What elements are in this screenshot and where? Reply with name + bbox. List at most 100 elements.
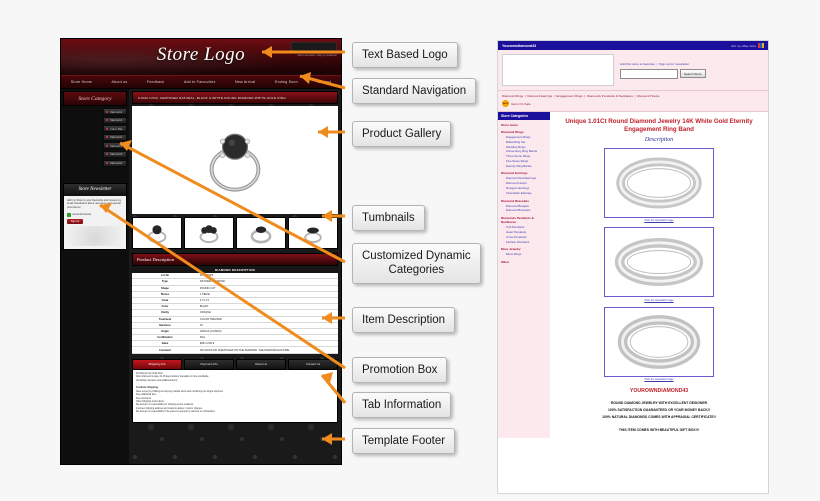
checkbox-icon[interactable] xyxy=(67,212,71,217)
standard-navigation[interactable]: Store Home About us Feedback Add to Favo… xyxy=(61,75,341,89)
product-main-image xyxy=(209,133,261,192)
image-caption-1[interactable]: Click for expanded image xyxy=(554,219,764,222)
top-link-diamond-earrings[interactable]: Diamond Earrings xyxy=(527,94,552,98)
store-home-link[interactable]: Store home xyxy=(501,123,547,127)
shipping-line: (Including insurance and additional item… xyxy=(136,379,178,382)
template-main-column: 0.94Ct F/SI3, CERTIFIED NATURAL, BLACK &… xyxy=(129,89,341,464)
list-item[interactable]: Fashion Pendants xyxy=(506,240,547,245)
ebay-main-area: Store Categories Store home Diamond Ring… xyxy=(498,112,768,438)
annotation-product-gallery: Product Gallery xyxy=(352,121,452,148)
group-list-diamond-rings[interactable]: Engagement Rings Bridal Ring Set Wedding… xyxy=(501,135,547,168)
group-title-other[interactable]: Other xyxy=(501,260,547,264)
top-link-pendants-necklaces[interactable]: Diamonds Pendants & Necklaces xyxy=(587,94,633,98)
nav-item-add-to-favourites[interactable]: Add to Favourites xyxy=(184,80,216,84)
chevron-right-icon: ▸ xyxy=(122,135,124,140)
category-item[interactable]: Diamond Wedding Rings▸ xyxy=(103,150,127,158)
product-gallery[interactable] xyxy=(132,106,338,214)
category-item[interactable]: Color Diamond▸ xyxy=(103,125,127,133)
info-tabs[interactable]: Shipping Info Payment Info About Us Cont… xyxy=(132,358,338,370)
group-title-more-jewelry[interactable]: More Jewelry xyxy=(501,247,547,251)
tab-about-us[interactable]: About Us xyxy=(236,358,286,370)
product-description-title: Product Description xyxy=(132,253,338,266)
category-item[interactable]: Diamond Watch▸ xyxy=(103,133,127,141)
spec-table-body: Lot No 4D-9C0025 Type NATURAL DIAMOND Shap… xyxy=(132,273,338,354)
store-search-input[interactable] xyxy=(620,69,678,79)
table-row: Comment NO NICKS OR SCRATCHES ON THE DIAM… xyxy=(132,346,338,354)
thumbnail-3[interactable] xyxy=(236,217,286,249)
annotation-template-footer: Template Footer xyxy=(352,428,456,455)
image-caption-2[interactable]: Click for expanded image xyxy=(554,299,764,302)
thumbnail-1[interactable] xyxy=(132,217,182,249)
thumbnail-4[interactable] xyxy=(288,217,338,249)
group-list-more-jewelry[interactable]: Mens Rings xyxy=(501,252,547,257)
group-list-diamond-earrings[interactable]: Diamond Stud Earrings Diamond Hoops Desi… xyxy=(501,176,547,195)
list-item[interactable]: Mens Rings xyxy=(506,252,547,257)
nav-item-about-us[interactable]: About us xyxy=(112,80,128,84)
signup-newsletter-link[interactable]: Sign up for newsletter xyxy=(659,62,689,66)
newsletter-signup-button[interactable]: Sign Up xyxy=(67,218,83,224)
category-label: Diamond Engagement Rings xyxy=(109,118,123,123)
store-links-row[interactable]: Add this store to favorites | Sign up fo… xyxy=(620,62,764,66)
group-title-diamond-rings[interactable]: Diamond Rings xyxy=(501,130,547,134)
top-link-engagement-rings[interactable]: Engagement Rings xyxy=(556,94,582,98)
ebay-store-banner: Add this store to favorites | Sign up fo… xyxy=(498,50,768,91)
ebay-listing-content: Unique 1.01Ct Round Diamond Jewelry 14K … xyxy=(550,112,768,438)
search-store-button[interactable]: Search Store xyxy=(680,69,706,78)
group-title-diamond-bracelets[interactable]: Diamond Bracelets xyxy=(501,199,547,203)
newsletter-checkbox-row[interactable]: General Interest xyxy=(67,212,123,217)
tab-contact-us[interactable]: Contact Us xyxy=(288,358,338,370)
nav-item-ending-soon[interactable]: Ending Soon xyxy=(275,80,298,84)
category-label: Color Diamond xyxy=(109,126,123,131)
chevron-right-icon: ▸ xyxy=(122,152,124,157)
store-banner-image xyxy=(502,54,614,86)
group-list-pendants-necklaces[interactable]: Crib Pendants Heart Pendants Cross Penda… xyxy=(501,225,547,244)
ebay-top-category-links[interactable]: Diamond Rings | Diamond Earrings | Engag… xyxy=(498,91,768,112)
thumbnail-2[interactable] xyxy=(184,217,234,249)
description-heading: Description xyxy=(644,136,674,143)
top-link-diamond-rings[interactable]: Diamond Rings xyxy=(502,94,523,98)
newsletter-title: Store Newsletter xyxy=(64,183,126,196)
group-title-pendants-necklaces[interactable]: Diamonds Pendants & Necklaces xyxy=(501,216,547,224)
tab-shipping-info[interactable]: Shipping Info xyxy=(132,358,182,370)
nav-item-contact[interactable]: Contact xyxy=(317,80,331,84)
ebay-logo-icon xyxy=(758,43,764,48)
store-logo: Store Logo xyxy=(156,44,246,65)
nav-item-store-home[interactable]: Store Home xyxy=(71,80,92,84)
chevron-right-icon: ▸ xyxy=(122,126,124,131)
bullet-icon xyxy=(106,136,108,139)
add-to-favorites-link[interactable]: Add this store to favorites xyxy=(620,62,655,66)
image-caption-3[interactable]: Click for expanded image xyxy=(554,378,764,381)
nav-item-feedback[interactable]: Feedback xyxy=(147,80,164,84)
listing-image-2[interactable] xyxy=(604,227,714,298)
listing-image-3[interactable] xyxy=(604,306,714,377)
annotation-customized-categories: Customized Dynamic Categories xyxy=(352,243,481,284)
category-list[interactable]: Diamond Cross▸ Diamond Engagement Rings▸… xyxy=(63,108,127,167)
search-row[interactable]: Search Store xyxy=(620,69,764,79)
category-label: Diamond Watch xyxy=(109,135,123,140)
category-item[interactable]: Diamond Engagement Rings▸ xyxy=(103,116,127,124)
visit-store-label: visit my eBay store xyxy=(730,43,756,48)
category-item[interactable]: Diamond Studs Earrings▸ xyxy=(103,142,127,150)
listing-image-1[interactable] xyxy=(604,147,714,218)
items-on-sale-label[interactable]: Items On Sale xyxy=(511,102,531,106)
selling-point-3: 100% NATURAL DIAMONDS COMES WITH APPRAIS… xyxy=(602,414,716,419)
list-item[interactable]: Chandelier Earrings xyxy=(506,191,547,196)
list-item[interactable]: Diamond Bracelets xyxy=(506,208,547,213)
annotation-item-description: Item Description xyxy=(352,307,456,334)
annotation-tab-information: Tab Information xyxy=(352,392,452,419)
visit-store-link[interactable]: visit my eBay store xyxy=(731,43,764,48)
group-list-diamond-bracelets[interactable]: Diamond Bangles Diamond Bracelets xyxy=(501,204,547,214)
items-on-sale-row[interactable]: SALE Items On Sale xyxy=(502,100,764,107)
category-item[interactable]: Diamond Wedding Sets▸ xyxy=(103,159,127,167)
tab-payment-info[interactable]: Payment Info xyxy=(184,358,234,370)
store-newsletter-box: Store Newsletter Add my Store to your Fa… xyxy=(63,182,127,250)
thumbnail-strip[interactable] xyxy=(132,217,338,249)
top-link-diamond-hoops[interactable]: Diamond Hoops xyxy=(637,94,659,98)
category-item[interactable]: Diamond Cross▸ xyxy=(103,108,127,115)
template-body: Store Category Diamond Cross▸ Diamond En… xyxy=(61,89,341,464)
annotation-thumbnails: Tumbnails xyxy=(352,205,425,232)
list-item[interactable]: Eternity Ring Bands xyxy=(506,164,547,169)
group-title-diamond-earrings[interactable]: Diamond Earrings xyxy=(501,171,547,175)
category-label: Diamond Wedding Sets xyxy=(109,161,123,166)
nav-item-new-arrival[interactable]: New Arrival xyxy=(235,80,255,84)
